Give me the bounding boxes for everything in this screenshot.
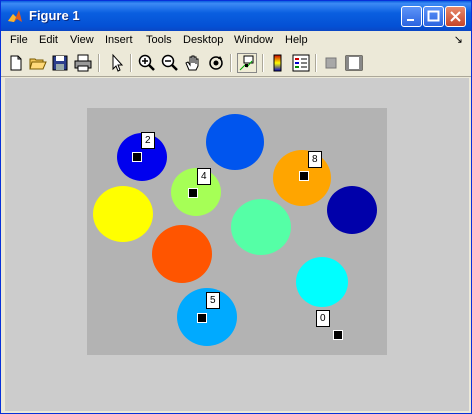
figure-window: Figure 1 File Edit View Insert Tools Des… (0, 0, 472, 414)
toolbar-separator (98, 54, 100, 72)
dock-arrow-icon[interactable]: ↘ (454, 33, 463, 46)
datatip-marker[interactable] (197, 313, 207, 323)
circle-red-orange[interactable] (152, 225, 212, 283)
circle-aquamarine[interactable] (231, 199, 291, 255)
toolbar-separator (315, 54, 317, 72)
data-cursor-icon[interactable] (237, 53, 257, 73)
rotate-3d-icon[interactable] (206, 53, 226, 73)
circles-plot (93, 114, 377, 346)
datatip-marker[interactable] (299, 171, 309, 181)
menu-edit[interactable]: Edit (39, 34, 58, 46)
zoom-in-icon[interactable] (137, 53, 157, 73)
save-icon[interactable] (50, 53, 70, 73)
matlab-logo-icon (8, 10, 22, 22)
menu-insert[interactable]: Insert (105, 34, 133, 46)
new-figure-icon[interactable] (6, 53, 26, 73)
maximize-icon (427, 10, 440, 22)
close-button[interactable] (445, 6, 466, 27)
circle-navy[interactable] (327, 186, 377, 234)
menu-view[interactable]: View (70, 34, 94, 46)
image-axes[interactable]: 2 4 8 5 0 (87, 108, 387, 355)
menu-desktop[interactable]: Desktop (183, 34, 223, 46)
circle-yellow[interactable] (93, 186, 153, 242)
datatip-marker[interactable] (132, 152, 142, 162)
datatip-label: 2 (141, 132, 155, 149)
print-icon[interactable] (73, 53, 93, 73)
window-title: Figure 1 (29, 8, 80, 23)
menu-window[interactable]: Window (234, 34, 273, 46)
colorbar-icon[interactable] (268, 53, 288, 73)
hide-plot-tools-icon[interactable] (321, 53, 341, 73)
datatip-label: 8 (308, 151, 322, 168)
close-icon (450, 11, 461, 22)
toolbar-separator (130, 54, 132, 72)
minimize-button[interactable] (401, 6, 422, 27)
menu-tools[interactable]: Tools (146, 34, 172, 46)
title-bar[interactable]: Figure 1 (1, 1, 471, 31)
circle-cyan[interactable] (296, 257, 348, 307)
menu-file[interactable]: File (10, 34, 28, 46)
datatip-label: 5 (206, 292, 220, 309)
toolbar-separator (262, 54, 264, 72)
show-plot-tools-icon[interactable] (344, 53, 364, 73)
open-file-icon[interactable] (28, 53, 48, 73)
datatip-label: 4 (197, 168, 211, 185)
menu-help[interactable]: Help (285, 34, 308, 46)
pan-hand-icon[interactable] (183, 53, 203, 73)
minimize-icon (407, 19, 414, 21)
datatip-marker[interactable] (333, 330, 343, 340)
maximize-button[interactable] (423, 6, 444, 27)
circle-royal-blue[interactable] (206, 114, 264, 170)
datatip-marker[interactable] (188, 188, 198, 198)
menu-bar: File Edit View Insert Tools Desktop Wind… (1, 31, 471, 50)
figure-toolbar (1, 50, 471, 77)
edit-plot-arrow-icon[interactable] (107, 53, 127, 73)
zoom-out-icon[interactable] (160, 53, 180, 73)
toolbar-separator (230, 54, 232, 72)
legend-icon[interactable] (291, 53, 311, 73)
datatip-label: 0 (316, 310, 330, 327)
